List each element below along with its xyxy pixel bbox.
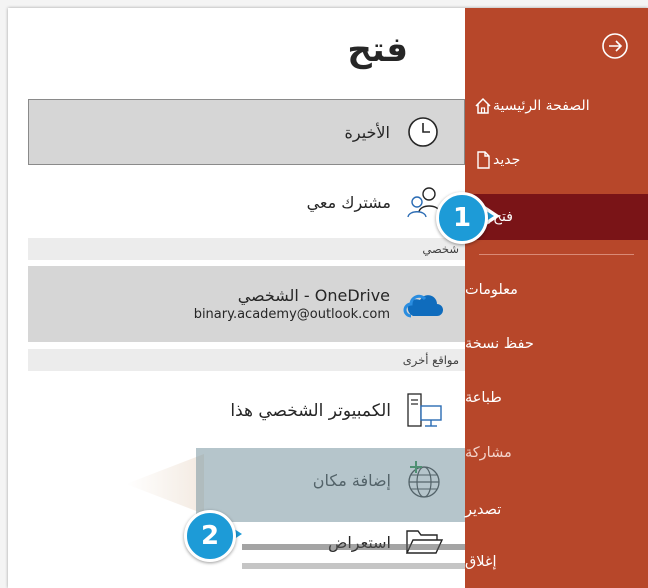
section-other-locations: مواقع أخرى bbox=[28, 349, 465, 371]
home-icon bbox=[473, 96, 493, 116]
nav-item-print-label: طباعة bbox=[465, 390, 502, 406]
nav-item-close[interactable]: إغلاق bbox=[465, 542, 648, 582]
location-recent[interactable]: الأخيرة bbox=[28, 99, 465, 165]
new-document-icon bbox=[473, 150, 493, 170]
step-badge-2: 2 bbox=[184, 510, 236, 562]
clock-icon bbox=[402, 111, 444, 153]
location-this-pc-label: الكمبيوتر الشخصي هذا bbox=[230, 401, 391, 421]
back-arrow-icon[interactable] bbox=[601, 32, 629, 60]
nav-item-new[interactable]: جديد bbox=[465, 140, 648, 180]
location-onedrive[interactable]: OneDrive - الشخصي binary.academy@outlook… bbox=[28, 266, 465, 342]
backstage-window: فتح الأخيرة مشترك معي شخصي OneDrive - ال… bbox=[8, 8, 648, 588]
location-shared[interactable]: مشترك معي bbox=[28, 174, 465, 230]
location-shared-label: مشترك معي bbox=[306, 192, 391, 212]
nav-item-new-label: جديد bbox=[493, 152, 521, 168]
section-personal: شخصي bbox=[28, 238, 465, 260]
nav-item-share[interactable]: مشاركة bbox=[465, 433, 648, 473]
nav-item-info[interactable]: معلومات bbox=[465, 270, 648, 310]
location-recent-label: الأخيرة bbox=[344, 122, 391, 142]
globe-add-icon bbox=[403, 459, 445, 501]
folder-icon bbox=[403, 521, 445, 563]
page-title: فتح bbox=[347, 30, 408, 70]
nav-item-print[interactable]: طباعة bbox=[465, 378, 648, 418]
nav-separator bbox=[479, 254, 634, 255]
nav-item-home-label: الصفحة الرئيسية bbox=[493, 98, 590, 114]
nav-item-info-label: معلومات bbox=[465, 282, 518, 298]
step-badge-1: 1 bbox=[436, 192, 488, 244]
location-browse-label: استعراض bbox=[327, 532, 391, 552]
onedrive-cloud-icon bbox=[402, 283, 444, 325]
nav-item-home[interactable]: الصفحة الرئيسية bbox=[465, 86, 648, 126]
location-add-place[interactable]: إضافة مكان bbox=[28, 450, 465, 510]
computer-icon bbox=[403, 390, 445, 432]
nav-item-share-label: مشاركة bbox=[465, 445, 512, 461]
nav-item-close-label: إغلاق bbox=[465, 554, 497, 570]
nav-item-save-copy[interactable]: حفظ نسخة bbox=[465, 324, 648, 364]
nav-item-save-copy-label: حفظ نسخة bbox=[465, 336, 534, 352]
onedrive-text: OneDrive - الشخصي binary.academy@outlook… bbox=[194, 286, 390, 322]
location-this-pc[interactable]: الكمبيوتر الشخصي هذا bbox=[28, 380, 465, 442]
nav-item-export-label: تصدير bbox=[465, 502, 502, 518]
onedrive-account: binary.academy@outlook.com bbox=[193, 307, 390, 322]
backstage-nav: الصفحة الرئيسية جديد فتح معلومات حفظ نسخ… bbox=[465, 8, 648, 588]
location-onedrive-label: OneDrive - الشخصي bbox=[237, 286, 390, 305]
location-add-place-label: إضافة مكان bbox=[312, 470, 391, 490]
nav-item-export[interactable]: تصدير bbox=[465, 490, 648, 530]
